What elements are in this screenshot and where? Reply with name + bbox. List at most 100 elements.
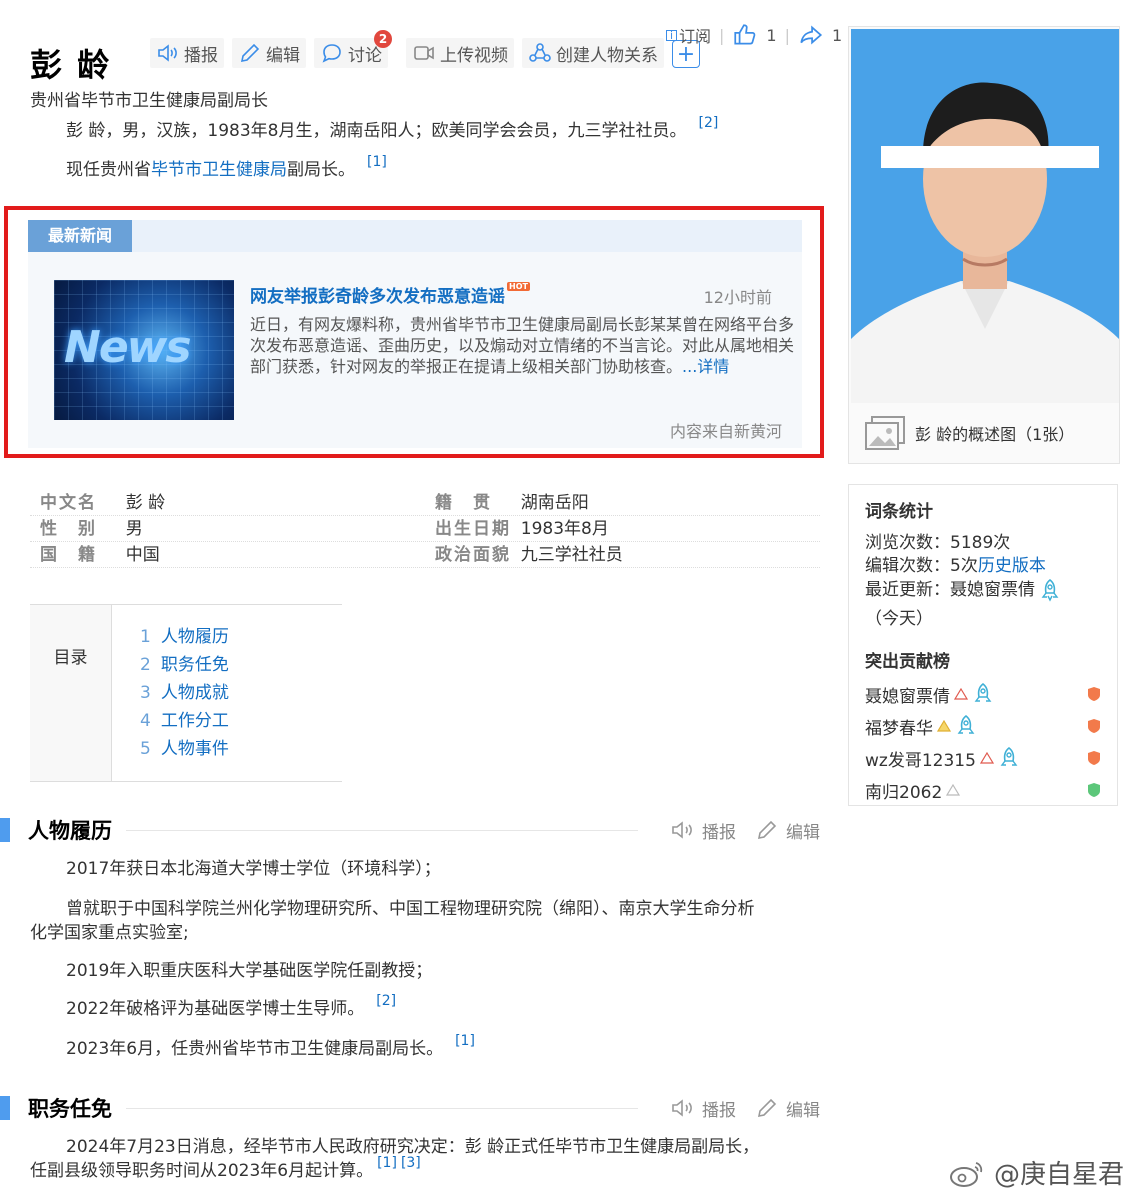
reference-link[interactable]: [2] [376,993,396,1009]
shield-badge-icon [1088,751,1100,765]
weibo-watermark: @庚自星君 [948,1154,1124,1191]
info-row: 国 籍 中国 政治面貌 九三学社社员 [30,542,820,568]
pencil-icon [757,1098,777,1118]
career-paragraph: 化学国家重点实验室; [30,923,189,943]
contributor-list: 聂媳窗票倩 福梦春华 wz发哥12315 南归2062 [865,678,1101,806]
pencil-icon [240,43,260,63]
level-triangle-icon [954,688,968,700]
news-time: 12小时前 [703,288,772,307]
level-triangle-icon [937,720,951,732]
portrait-card[interactable]: 彭 龄的概述图（1张） [848,26,1120,464]
weibo-logo-icon [949,1161,983,1187]
section-edit-button[interactable]: 编辑 [754,1096,820,1121]
history-versions-link[interactable]: 历史版本 [978,556,1046,576]
reference-link[interactable]: [1] [377,1155,397,1171]
level-triangle-icon [946,784,961,796]
news-body: 近日，有网友爆料称，贵州省毕节市卫生健康局副局长彭某某曾在网络平台多次发布恶意造… [250,315,795,376]
share-icon[interactable] [798,22,824,48]
career-paragraph: 2022年破格评为基础医学博士生导师。 [2] [66,993,397,1019]
toc-item[interactable]: 1 人物履历 [140,623,229,651]
edit-count: 编辑次数：5次历史版本 [865,556,1046,576]
view-count: 浏览次数：5189次 [865,533,1011,553]
summary-line-1: 彭 龄，男，汉族，1983年8月生，湖南岳阳人；欧美同学会会员，九三学社社员。[… [66,115,719,141]
toc-label: 目录 [30,605,112,781]
last-updated-when: （今天） [865,609,933,629]
page-subtitle: 贵州省毕节市卫生健康局副局长 [30,91,268,111]
news-more-link[interactable]: ...详情 [682,357,729,376]
bureau-link[interactable]: 毕节市卫生健康局 [151,160,287,180]
career-paragraph: 2023年6月，任贵州省毕节市卫生健康局副局长。 [1] [66,1033,475,1059]
info-row: 中文名 彭 龄 籍 贯 湖南岳阳 [30,490,820,516]
broadcast-button[interactable]: 播报 [150,38,224,68]
people-network-icon [529,43,551,62]
level-triangle-icon [979,752,994,764]
discuss-button[interactable]: 讨论 2 [314,30,392,68]
image-gallery-icon [865,416,905,450]
edit-button[interactable]: 编辑 [232,38,306,68]
reference-link[interactable]: [2] [698,115,718,131]
section-header-career: 人物履历 播报 编辑 [0,815,820,845]
reference-link[interactable]: [3] [401,1155,421,1171]
section-broadcast-button[interactable]: 播报 [670,1096,736,1121]
toc-item[interactable]: 2 职务任免 [140,651,229,679]
nationality-link[interactable]: 中国 [126,542,425,567]
info-row: 性 别 男 出生日期 1983年8月 [30,516,820,542]
career-paragraph: 2019年入职重庆医科大学基础医学院任副教授； [66,961,433,981]
appointment-paragraph: 任副县级领导职务时间从2023年6月起计算。 [1] [3] [30,1155,421,1181]
discuss-count-badge: 2 [374,30,392,48]
career-paragraph: 2017年获日本北海道大学博士学位（环境科学）； [66,859,441,879]
news-panel: 最新新闻 News 网友举报彭奇龄多次发布恶意造谣HOT 12小时前 近日，有网… [28,220,802,448]
contributor-item[interactable]: 聂媳窗票倩 [865,678,1101,710]
hot-badge: HOT [507,282,530,291]
news-tag: 最新新闻 [28,220,132,252]
reference-link[interactable]: [1] [455,1033,475,1049]
career-paragraph: 曾就职于中国科学院兰州化学物理研究所、中国工程物理研究院（绵阳）、南京大学生命分… [66,899,755,919]
reference-link[interactable]: [1] [367,154,387,170]
shield-badge-icon [1088,687,1100,701]
rocket-icon [957,714,975,734]
toc-item[interactable]: 5 人物事件 [140,735,229,763]
portrait-photo[interactable] [851,29,1119,403]
stats-title: 词条统计 [865,502,933,522]
last-updated: 最近更新：聂媳窗票倩 [865,578,1101,602]
section-edit-button[interactable]: 编辑 [754,818,820,843]
speaker-icon [672,821,692,839]
news-highlight-box: 最新新闻 News 网友举报彭奇龄多次发布恶意造谣HOT 12小时前 近日，有网… [4,206,824,458]
shield-badge-icon [1088,783,1100,797]
news-tag-bar [132,220,802,252]
section-title: 职务任免 [28,1097,112,1121]
speaker-icon [672,1099,692,1117]
rocket-icon [974,682,992,702]
create-relation-button[interactable]: 创建人物关系 [522,38,664,68]
section-broadcast-button[interactable]: 播报 [670,818,736,843]
contributor-item[interactable]: 福梦春华 [865,710,1101,742]
top-right-tools: i 订阅 | 1 | 1 [666,22,842,48]
rocket-icon [1041,578,1059,602]
chat-bubble-icon [322,44,341,63]
pencil-icon [757,820,777,840]
subscribe-link[interactable]: i 订阅 [666,23,711,47]
top-contributors-title: 突出贡献榜 [865,652,950,672]
shield-badge-icon [1088,719,1100,733]
share-count: 1 [831,25,843,45]
portrait-caption[interactable]: 彭 龄的概述图（1张） [863,415,1074,451]
entry-stats-card: 词条统计 浏览次数：5189次 编辑次数：5次历史版本 最近更新：聂媳窗票倩 （… [848,484,1118,806]
contributor-item[interactable]: 南归2062 [865,774,1101,806]
rocket-icon [1000,746,1018,766]
basic-info-table: 中文名 彭 龄 籍 贯 湖南岳阳 性 别 男 出生日期 1983年8月 国 籍 … [30,490,820,568]
section-title: 人物履历 [28,819,112,843]
thumbs-up-icon[interactable] [732,22,758,48]
portrait-illustration [851,29,1119,403]
news-thumbnail-text: News [64,322,192,373]
upload-video-button[interactable]: 上传视频 [406,38,514,68]
news-source: 内容来自新黄河 [669,422,782,441]
entry-actions: 播报 编辑 讨论 2 上传视频 创建人物关系 + [150,30,700,72]
contributor-item[interactable]: wz发哥12315 [865,742,1101,774]
news-thumbnail[interactable]: News [54,280,234,420]
news-headline-link[interactable]: 网友举报彭奇龄多次发布恶意造谣HOT [250,282,530,307]
like-count: 1 [766,25,777,45]
toc-item[interactable]: 3 人物成就 [140,679,229,707]
toc-item[interactable]: 4 工作分工 [140,707,229,735]
video-camera-icon [414,46,434,60]
speaker-icon [158,44,177,62]
